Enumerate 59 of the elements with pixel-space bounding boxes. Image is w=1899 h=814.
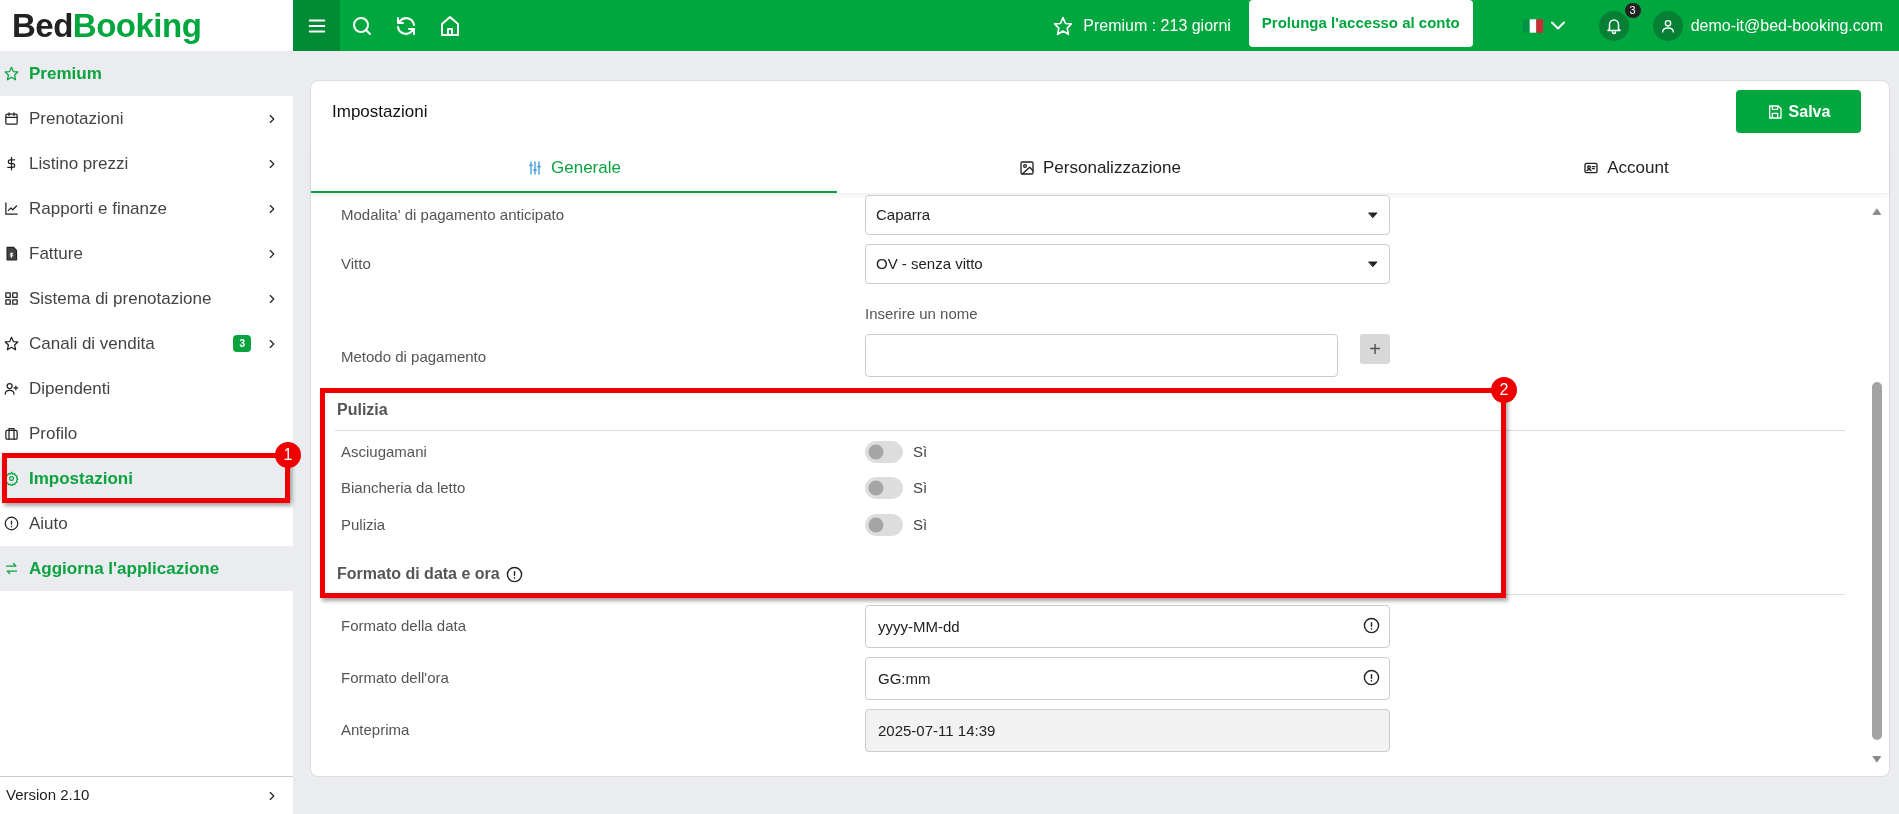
info-icon (4, 516, 19, 531)
calendar-icon (4, 111, 19, 126)
notifications-button[interactable] (1598, 10, 1629, 41)
invoice-icon (4, 246, 19, 261)
star-icon (4, 66, 19, 81)
logo-text: BedBooking (12, 5, 202, 46)
flag-icon (1522, 18, 1543, 33)
select-field[interactable]: OV - senza vitto (865, 244, 1390, 284)
refresh-icon (4, 561, 19, 576)
premium-days: Premium : 213 giorni (1083, 13, 1231, 38)
image-icon (1019, 159, 1035, 176)
tab[interactable]: Account (1363, 144, 1889, 193)
toggle-switch[interactable] (865, 477, 903, 500)
briefcase-icon (4, 426, 19, 441)
grid-icon (4, 291, 19, 306)
star-icon (4, 336, 19, 351)
toggle-switch[interactable] (865, 513, 903, 536)
field-label: Asciugamani (340, 441, 428, 462)
user-email: demo-it@bed-booking.com (1690, 15, 1883, 36)
caret-down-icon (1367, 258, 1379, 270)
field-label: Metodo di pagamento (340, 347, 488, 367)
toggle-label: Sì (913, 441, 928, 462)
sliders-icon (527, 159, 544, 176)
notification-count: 3 (1624, 3, 1641, 18)
field-label: Vitto (340, 253, 372, 274)
home-icon (438, 13, 462, 38)
select-field[interactable]: Caparra (865, 195, 1390, 235)
caret-down-icon (1367, 209, 1379, 221)
tab[interactable]: Personalizzazione (837, 144, 1363, 193)
field-label: Biancheria da letto (340, 478, 467, 498)
triangle-down-icon (1871, 753, 1883, 764)
field-caption: Inserire un nome (865, 304, 979, 324)
add-button[interactable]: + (1360, 333, 1390, 364)
field-label: Formato dell'ora (340, 668, 450, 689)
section-heading: Formato di data e ora (337, 564, 500, 584)
count-badge: 3 (233, 335, 251, 352)
toggle-label: Sì (913, 514, 928, 535)
section-heading: Pulizia (337, 399, 388, 420)
field-label: Anteprima (340, 720, 411, 741)
scrollbar-thumb[interactable] (1872, 382, 1882, 740)
toggle-label: Sì (913, 478, 928, 498)
field-label: Formato della data (340, 616, 468, 637)
field-label: Pulizia (340, 514, 387, 535)
menu-button[interactable] (293, 0, 340, 51)
field-label: Modalita' di pagamento anticipato (340, 204, 565, 225)
card-title: Impostazioni (332, 100, 428, 123)
user-plus-icon (4, 381, 19, 396)
chevron-down-icon (1550, 21, 1565, 30)
triangle-up-icon (1871, 206, 1883, 217)
user-avatar[interactable] (1652, 10, 1683, 41)
bell-icon (1604, 16, 1623, 35)
text-field[interactable]: yyyy-MM-dd (865, 605, 1390, 648)
chart-icon (4, 201, 19, 216)
text-field[interactable]: GG:mm (865, 657, 1390, 700)
toggle-switch[interactable] (865, 440, 903, 463)
user-icon (1659, 17, 1676, 34)
name-field[interactable] (865, 333, 1338, 377)
step-number: 1 (275, 442, 301, 468)
star-icon (1053, 15, 1074, 36)
